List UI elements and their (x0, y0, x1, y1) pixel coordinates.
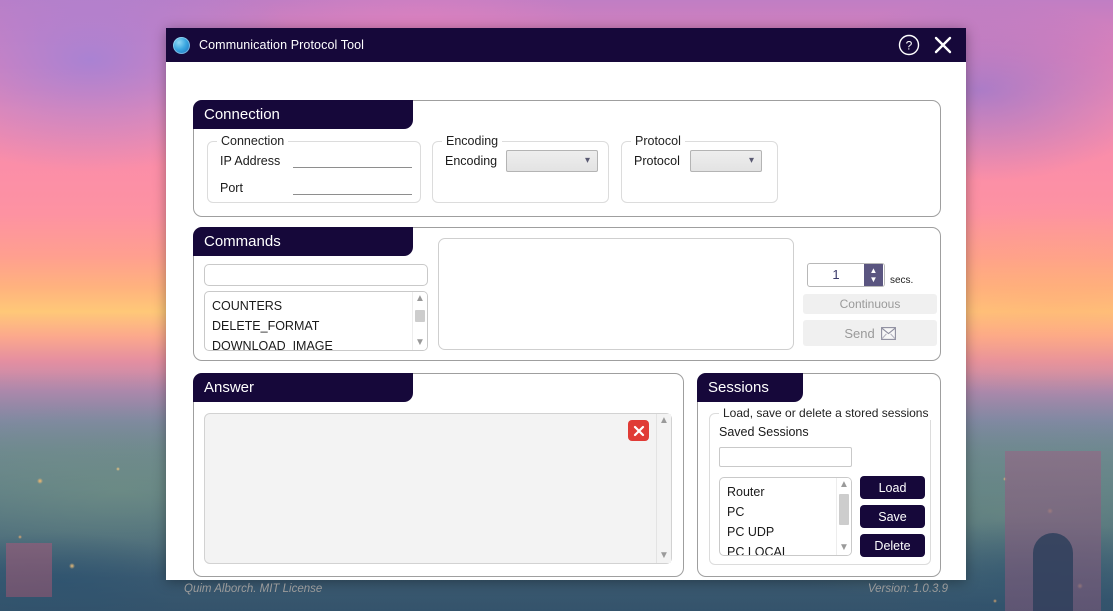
save-session-button[interactable]: Save (860, 505, 925, 528)
saved-sessions-label: Saved Sessions (719, 425, 809, 439)
port-label: Port (220, 181, 243, 195)
version-text: Version: 1.0.3.9 (868, 583, 948, 595)
command-filter-input[interactable] (204, 264, 428, 286)
envelope-icon (881, 327, 896, 340)
commands-panel: Commands COUNTERS DELETE_FORMAT DOWNLOAD… (193, 227, 941, 361)
scroll-down-icon[interactable]: ▼ (839, 543, 849, 553)
commands-listbox[interactable]: COUNTERS DELETE_FORMAT DOWNLOAD_IMAGE ▲ … (204, 291, 428, 351)
ip-address-input[interactable] (293, 152, 412, 168)
app-body: Connection Connection IP Address Port En… (166, 62, 966, 580)
list-item[interactable]: DELETE_FORMAT (212, 316, 412, 336)
list-item[interactable]: PC (727, 502, 836, 522)
scrollbar-thumb[interactable] (839, 494, 849, 525)
protocol-group-label: Protocol (631, 134, 685, 148)
answer-panel-header: Answer (193, 373, 413, 402)
commands-panel-header: Commands (193, 227, 413, 256)
sessions-list: Router PC PC UDP PC LOCAL (720, 478, 836, 555)
sessions-panel-header: Sessions (697, 373, 803, 402)
delete-session-button[interactable]: Delete (860, 534, 925, 557)
continuous-button[interactable]: Continuous (803, 294, 937, 314)
spinner-up-icon[interactable]: ▲ (870, 267, 878, 275)
wallpaper-door (1033, 533, 1073, 611)
send-button[interactable]: Send (803, 320, 937, 346)
connection-panel: Connection Connection IP Address Port En… (193, 100, 941, 217)
connection-panel-header: Connection (193, 100, 413, 129)
sessions-panel: Sessions Load, save or delete a stored s… (697, 373, 941, 577)
answer-text-content[interactable] (205, 414, 656, 563)
chevron-down-icon: ▾ (749, 156, 754, 166)
list-item[interactable]: PC LOCAL (727, 542, 836, 556)
spinner-down-icon[interactable]: ▼ (870, 276, 878, 284)
close-button[interactable] (926, 28, 960, 62)
delete-button-label: Delete (874, 539, 910, 553)
wallpaper-house-left (6, 543, 52, 597)
desktop-background: Communication Protocol Tool ? Connection (0, 0, 1113, 611)
continuous-button-label: Continuous (840, 297, 901, 311)
scroll-down-icon[interactable]: ▼ (415, 338, 425, 348)
app-window: Communication Protocol Tool ? Connection (166, 28, 966, 580)
window-title: Communication Protocol Tool (199, 38, 892, 52)
encoding-group: Encoding Encoding ▾ (432, 141, 609, 203)
encoding-select[interactable]: ▾ (506, 150, 598, 172)
clear-answer-button[interactable] (628, 420, 649, 441)
port-input[interactable] (293, 179, 412, 195)
protocol-group: Protocol Protocol ▾ (621, 141, 778, 203)
sessions-listbox[interactable]: Router PC PC UDP PC LOCAL ▲ ▼ (719, 477, 852, 556)
close-icon (932, 34, 954, 56)
answer-scrollbar[interactable]: ▲ ▼ (656, 414, 671, 563)
save-button-label: Save (878, 510, 907, 524)
load-button-label: Load (879, 481, 907, 495)
session-name-input[interactable] (719, 447, 852, 467)
list-item[interactable]: COUNTERS (212, 296, 412, 316)
sessions-group-label: Load, save or delete a stored sessions (719, 406, 932, 420)
credit-text: Quim Alborch. MIT License (184, 583, 322, 595)
chevron-down-icon: ▾ (585, 156, 590, 166)
load-session-button[interactable]: Load (860, 476, 925, 499)
encoding-label: Encoding (445, 154, 497, 168)
help-button[interactable]: ? (892, 28, 926, 62)
scroll-up-icon[interactable]: ▲ (659, 416, 669, 426)
command-payload-box[interactable] (438, 238, 794, 350)
interval-spinner-buttons[interactable]: ▲ ▼ (864, 264, 883, 286)
sessions-list-scrollbar[interactable]: ▲ ▼ (836, 478, 851, 555)
list-item[interactable]: DOWNLOAD_IMAGE (212, 336, 412, 351)
ip-address-label: IP Address (220, 154, 280, 168)
answer-panel: Answer ▲ ▼ (193, 373, 684, 577)
commands-list: COUNTERS DELETE_FORMAT DOWNLOAD_IMAGE (205, 292, 412, 350)
clear-x-icon (632, 424, 646, 438)
sessions-group: Load, save or delete a stored sessions S… (709, 413, 931, 565)
interval-spinner[interactable]: 1 ▲ ▼ (807, 263, 885, 287)
interval-value[interactable]: 1 (808, 264, 864, 286)
globe-network-icon (173, 37, 190, 54)
connection-group-label: Connection (217, 134, 288, 148)
list-item[interactable]: Router (727, 482, 836, 502)
commands-list-scrollbar[interactable]: ▲ ▼ (412, 292, 427, 350)
scroll-up-icon[interactable]: ▲ (415, 294, 425, 304)
scroll-up-icon[interactable]: ▲ (839, 480, 849, 490)
protocol-select[interactable]: ▾ (690, 150, 762, 172)
svg-text:?: ? (906, 38, 913, 52)
encoding-group-label: Encoding (442, 134, 502, 148)
list-item[interactable]: PC UDP (727, 522, 836, 542)
scroll-down-icon[interactable]: ▼ (659, 551, 669, 561)
answer-textarea[interactable]: ▲ ▼ (204, 413, 672, 564)
interval-units-label: secs. (890, 275, 913, 286)
help-circle-icon: ? (898, 34, 920, 56)
title-bar: Communication Protocol Tool ? (166, 28, 966, 62)
protocol-label: Protocol (634, 154, 680, 168)
scrollbar-thumb[interactable] (415, 310, 425, 322)
connection-group: Connection IP Address Port (207, 141, 421, 203)
send-button-label: Send (844, 326, 874, 341)
